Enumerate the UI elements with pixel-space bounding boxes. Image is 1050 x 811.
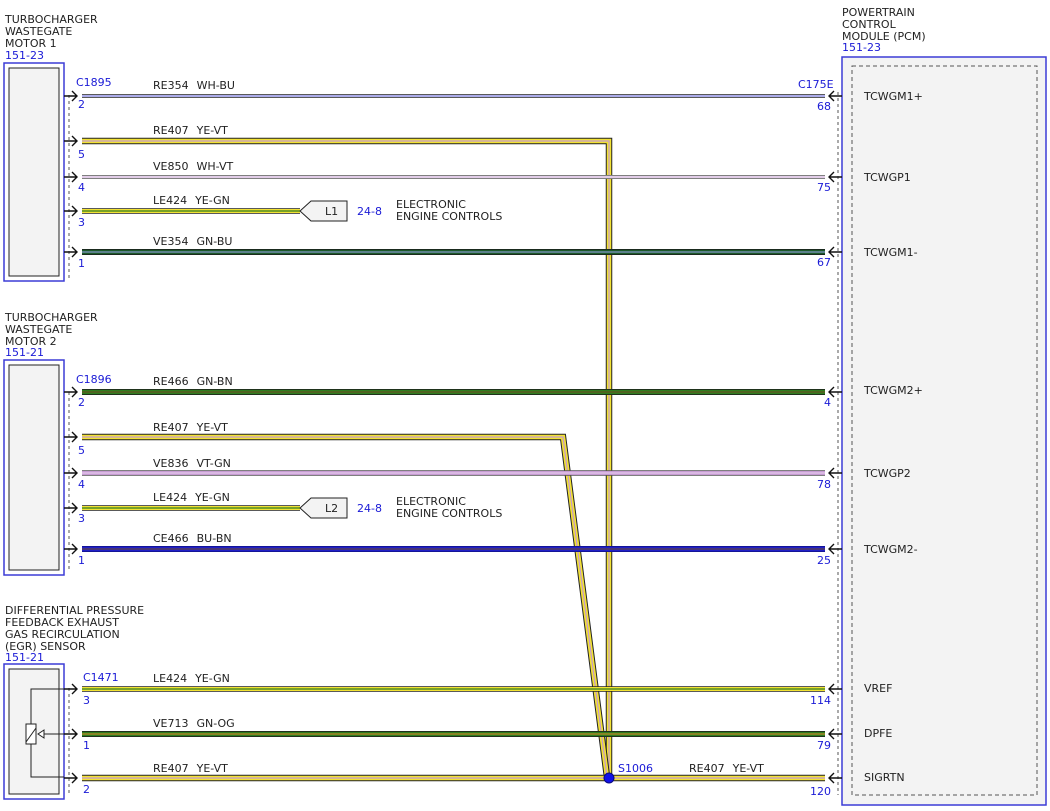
pcm-signal-vref: VREF: [864, 682, 892, 695]
reference-flag-l1[interactable]: L1: [299, 200, 348, 222]
left-pin-arrow-icon: [64, 171, 78, 183]
pcm-signal-tcwgp1: TCWGP1: [863, 171, 911, 184]
pin-c1471-1[interactable]: 1: [83, 739, 90, 752]
pin-c1895-2[interactable]: 2: [78, 98, 85, 111]
wire-label-re407-motor1: RE407 YE-VT: [153, 124, 228, 137]
left-pin-arrow-icon: [64, 502, 78, 514]
wire-label-re407-sigrtn: RE407 YE-VT: [153, 762, 228, 775]
left-pin-arrow-icon: [64, 135, 78, 147]
pin-c175e-78[interactable]: 78: [817, 478, 831, 491]
dpfe-ref[interactable]: 151-21: [5, 651, 44, 664]
pcm-signal-sigrtn: SIGRTN: [864, 771, 905, 784]
tcwg2-body[interactable]: [8, 364, 60, 571]
connector-c1471-label[interactable]: C1471: [83, 671, 119, 684]
left-pin-arrow-icon: [64, 205, 78, 217]
wire-label-re407-splice-out: RE407 YE-VT: [689, 762, 764, 775]
pin-c175e-120[interactable]: 120: [810, 785, 831, 798]
pin-c1896-2[interactable]: 2: [78, 396, 85, 409]
connector-c1896-label[interactable]: C1896: [76, 373, 112, 386]
right-pin-arrow-icon: [828, 772, 842, 784]
reference-l2-page[interactable]: 24-8: [357, 502, 382, 515]
splice-s1006[interactable]: [603, 772, 615, 784]
wire-label-ce466: CE466 BU-BN: [153, 532, 232, 545]
pin-c175e-67[interactable]: 67: [817, 256, 831, 269]
splice-s1006-label[interactable]: S1006: [618, 762, 653, 775]
left-pin-arrow-icon: [64, 728, 78, 740]
pcm-signal-tcwgm1-plus: TCWGM1+: [863, 90, 923, 103]
pin-c1895-4[interactable]: 4: [78, 181, 85, 194]
pin-c175e-4[interactable]: 4: [824, 396, 831, 409]
pcm-signal-tcwgm1-minus: TCWGM1-: [863, 246, 918, 259]
wire-label-ve354: VE354 GN-BU: [153, 235, 232, 248]
wiring-diagram: TURBOCHARGER WASTEGATE MOTOR 1 151-23 C1…: [3, 6, 1047, 806]
pin-c1896-3[interactable]: 3: [78, 512, 85, 525]
wire-label-ve850: VE850 WH-VT: [153, 160, 233, 173]
right-pin-arrow-icon: [828, 683, 842, 695]
pin-c1895-3[interactable]: 3: [78, 216, 85, 229]
pin-c175e-75[interactable]: 75: [817, 181, 831, 194]
reference-flag-l1-tag: L1: [325, 205, 338, 218]
pin-c175e-68[interactable]: 68: [817, 100, 831, 113]
tcwg1-ref[interactable]: 151-23: [5, 49, 44, 62]
pin-c1471-2[interactable]: 2: [83, 783, 90, 796]
pcm-signal-tcwgm2-minus: TCWGM2-: [863, 543, 918, 556]
pin-c1896-1[interactable]: 1: [78, 554, 85, 567]
reference-l1-page[interactable]: 24-8: [357, 205, 382, 218]
pin-c1895-5[interactable]: 5: [78, 148, 85, 161]
wire-label-le424-l1: LE424 YE-GN: [153, 194, 230, 207]
pin-c175e-114[interactable]: 114: [810, 694, 831, 707]
pin-c1896-5[interactable]: 5: [78, 444, 85, 457]
right-pin-arrow-icon: [828, 543, 842, 555]
pcm-signal-dpfe: DPFE: [864, 727, 892, 740]
pin-c175e-25[interactable]: 25: [817, 554, 831, 567]
wire-label-le424-vref: LE424 YE-GN: [153, 672, 230, 685]
pin-c175e-79[interactable]: 79: [817, 739, 831, 752]
left-pin-arrow-icon: [64, 772, 78, 784]
reference-l1-text-line2: ENGINE CONTROLS: [396, 210, 502, 223]
left-pin-arrow-icon: [64, 467, 78, 479]
pcm-signal-tcwgp2: TCWGP2: [863, 467, 911, 480]
right-pin-arrow-icon: [828, 467, 842, 479]
connector-c1895-label[interactable]: C1895: [76, 76, 112, 89]
left-pin-arrow-icon: [64, 386, 78, 398]
pcm-signal-tcwgm2-plus: TCWGM2+: [863, 384, 923, 397]
connector-c175e-label[interactable]: C175E: [798, 78, 834, 91]
pin-c1895-1[interactable]: 1: [78, 257, 85, 270]
tcwg2-ref[interactable]: 151-21: [5, 346, 44, 359]
left-pin-arrow-icon: [64, 431, 78, 443]
pin-c1896-4[interactable]: 4: [78, 478, 85, 491]
reference-flag-l2-tag: L2: [325, 502, 338, 515]
wire-label-re407-motor2: RE407 YE-VT: [153, 421, 228, 434]
pcm-ref[interactable]: 151-23: [842, 41, 881, 54]
wire-label-re354: RE354 WH-BU: [153, 79, 235, 92]
wire-label-ve836: VE836 VT-GN: [153, 457, 231, 470]
tcwg1-body[interactable]: [8, 67, 60, 277]
wire-label-le424-l2: LE424 YE-GN: [153, 491, 230, 504]
left-pin-arrow-icon: [64, 246, 78, 258]
reference-l2-text-line2: ENGINE CONTROLS: [396, 507, 502, 520]
reference-flag-l2[interactable]: L2: [299, 497, 348, 519]
left-pin-arrow-icon: [64, 90, 78, 102]
left-pin-arrow-icon: [64, 683, 78, 695]
pin-c1471-3[interactable]: 3: [83, 694, 90, 707]
right-pin-arrow-icon: [828, 728, 842, 740]
left-pin-arrow-icon: [64, 543, 78, 555]
wire-label-re466: RE466 GN-BN: [153, 375, 233, 388]
wire-label-ve713: VE713 GN-OG: [153, 717, 235, 730]
